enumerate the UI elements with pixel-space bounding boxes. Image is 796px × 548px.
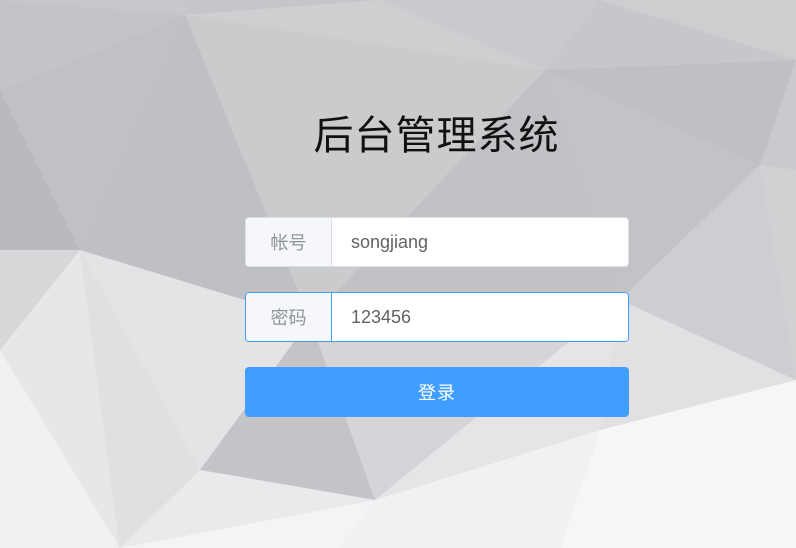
- password-input[interactable]: [332, 293, 628, 341]
- username-field: 帐号: [245, 217, 629, 267]
- login-button[interactable]: 登录: [245, 367, 629, 417]
- page-title: 后台管理系统: [313, 113, 560, 159]
- login-page: 后台管理系统 帐号 密码 登录: [0, 0, 796, 548]
- username-input[interactable]: [332, 218, 628, 266]
- password-field: 密码: [245, 292, 629, 342]
- password-label: 密码: [246, 293, 332, 341]
- polygon-background: [0, 0, 796, 548]
- username-label: 帐号: [246, 218, 332, 266]
